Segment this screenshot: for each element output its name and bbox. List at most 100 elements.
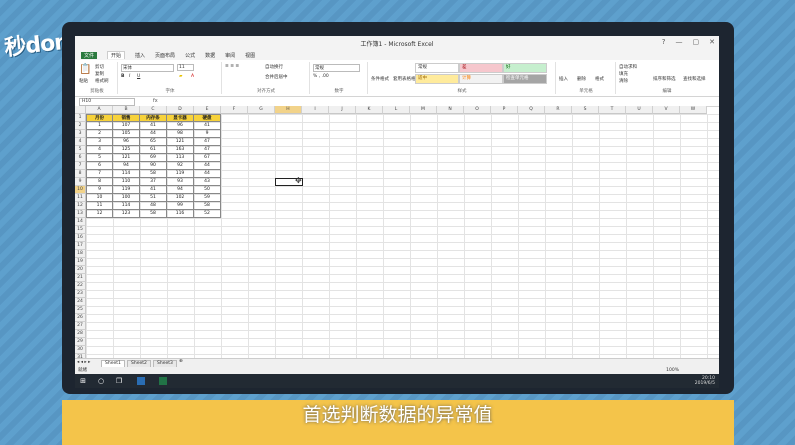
table-cell[interactable]: 7 (86, 170, 113, 178)
name-box[interactable]: H10 (79, 98, 135, 106)
column-header-C[interactable]: C (140, 106, 167, 114)
table-cell[interactable]: 94 (167, 186, 194, 194)
start-icon[interactable]: ⊞ (79, 377, 87, 385)
row-header-29[interactable]: 29 (75, 338, 86, 346)
row-header-7[interactable]: 7 (75, 162, 86, 170)
row-header-9[interactable]: 9 (75, 178, 86, 186)
row-header-30[interactable]: 30 (75, 346, 86, 354)
bold-button[interactable]: B (121, 74, 124, 79)
paste-button[interactable]: 粘贴 (79, 78, 88, 84)
row-header-27[interactable]: 27 (75, 322, 86, 330)
clear-button[interactable]: 清除 (619, 78, 628, 84)
table-header-cell[interactable]: 内存条 (140, 114, 167, 122)
style-bad[interactable]: 差 (459, 63, 503, 73)
table-cell[interactable]: 43 (194, 178, 221, 186)
row-header-16[interactable]: 16 (75, 234, 86, 242)
format-cells-button[interactable]: 格式 (595, 76, 604, 82)
table-cell[interactable]: 11 (86, 202, 113, 210)
column-header-H[interactable]: H (275, 106, 302, 114)
insert-cells-button[interactable]: 插入 (559, 76, 568, 82)
find-select-button[interactable]: 查找和选择 (683, 76, 706, 82)
close-button[interactable]: ✕ (709, 38, 715, 46)
row-header-5[interactable]: 5 (75, 146, 86, 154)
table-cell[interactable]: 123 (113, 210, 140, 218)
table-cell[interactable]: 121 (167, 138, 194, 146)
table-cell[interactable]: 50 (194, 186, 221, 194)
row-header-8[interactable]: 8 (75, 170, 86, 178)
fill-button[interactable]: 填充 (619, 71, 628, 77)
row-header-25[interactable]: 25 (75, 306, 86, 314)
zoom-level[interactable]: 100% (666, 367, 679, 374)
column-header-M[interactable]: M (410, 106, 437, 114)
table-cell[interactable]: 5 (86, 154, 113, 162)
table-cell[interactable]: 61 (140, 146, 167, 154)
tab-view[interactable]: 视图 (245, 52, 255, 59)
table-cell[interactable]: 4 (86, 146, 113, 154)
row-header-20[interactable]: 20 (75, 266, 86, 274)
column-header-T[interactable]: T (599, 106, 626, 114)
row-header-4[interactable]: 4 (75, 138, 86, 146)
table-cell[interactable]: 44 (194, 170, 221, 178)
table-cell[interactable]: 125 (113, 146, 140, 154)
row-header-28[interactable]: 28 (75, 330, 86, 338)
table-cell[interactable]: 100 (113, 194, 140, 202)
column-header-B[interactable]: B (113, 106, 140, 114)
table-header-cell[interactable]: 显卡器 (167, 114, 194, 122)
app-icon[interactable] (137, 377, 145, 385)
paste-icon[interactable]: 📋 (79, 64, 91, 75)
column-header-K[interactable]: K (356, 106, 383, 114)
number-format-icons[interactable]: % , .00 (313, 74, 329, 79)
table-cell[interactable]: 48 (140, 202, 167, 210)
row-header-19[interactable]: 19 (75, 258, 86, 266)
table-cell[interactable]: 44 (194, 162, 221, 170)
new-sheet-icon[interactable]: ⊕ (179, 359, 183, 364)
column-header-L[interactable]: L (383, 106, 410, 114)
table-cell[interactable]: 92 (167, 162, 194, 170)
sheet-nav-icons[interactable]: ◂ ◂ ▸ ▸ (77, 360, 90, 365)
column-header-I[interactable]: I (302, 106, 329, 114)
table-cell[interactable]: 41 (140, 122, 167, 130)
column-header-D[interactable]: D (167, 106, 194, 114)
table-cell[interactable]: 119 (167, 170, 194, 178)
table-cell[interactable]: 105 (113, 130, 140, 138)
table-cell[interactable]: 96 (167, 122, 194, 130)
table-cell[interactable]: 10 (86, 194, 113, 202)
row-header-24[interactable]: 24 (75, 298, 86, 306)
help-button[interactable]: ? (662, 38, 666, 46)
align-icons[interactable]: ≡ ≡ ≡ (225, 64, 239, 69)
wrap-text-button[interactable]: 自动换行 (265, 64, 283, 70)
table-cell[interactable]: 41 (194, 122, 221, 130)
table-cell[interactable]: 93 (167, 178, 194, 186)
table-cell[interactable]: 2 (86, 130, 113, 138)
column-header-O[interactable]: O (464, 106, 491, 114)
font-color-icon[interactable]: A (191, 74, 194, 79)
conditional-format-button[interactable]: 条件格式 (371, 76, 389, 82)
style-calculation[interactable]: 计算 (459, 74, 503, 84)
row-header-14[interactable]: 14 (75, 218, 86, 226)
worksheet-grid[interactable]: ABCDEFGHIJKLMNOPQRSTUVW 1 2 3 4 5 6 7 8 9 10 11 12 1… (75, 106, 719, 362)
select-all-corner[interactable] (75, 106, 86, 114)
row-header-6[interactable]: 6 (75, 154, 86, 162)
table-cell[interactable]: 47 (194, 138, 221, 146)
excel-taskbar-icon[interactable] (159, 377, 167, 385)
table-cell[interactable]: 41 (140, 186, 167, 194)
row-header-23[interactable]: 23 (75, 290, 86, 298)
table-cell[interactable]: 110 (113, 178, 140, 186)
table-cell[interactable]: 58 (140, 170, 167, 178)
column-header-E[interactable]: E (194, 106, 221, 114)
cut-button[interactable]: 剪切 (95, 64, 104, 70)
table-cell[interactable]: 119 (113, 186, 140, 194)
style-neutral[interactable]: 适中 (415, 74, 459, 84)
row-header-2[interactable]: 2 (75, 122, 86, 130)
column-header-S[interactable]: S (572, 106, 599, 114)
table-cell[interactable]: 8 (86, 178, 113, 186)
table-cell[interactable]: 9 (86, 186, 113, 194)
row-header-18[interactable]: 18 (75, 250, 86, 258)
table-header-cell[interactable]: 月份 (86, 114, 113, 122)
tab-file[interactable]: 文件 (81, 51, 98, 59)
fill-color-icon[interactable]: ▰ (179, 74, 182, 79)
column-header-U[interactable]: U (626, 106, 653, 114)
table-header-cell[interactable]: 销售 (113, 114, 140, 122)
table-cell[interactable]: 37 (140, 178, 167, 186)
table-cell[interactable]: 12 (86, 210, 113, 218)
